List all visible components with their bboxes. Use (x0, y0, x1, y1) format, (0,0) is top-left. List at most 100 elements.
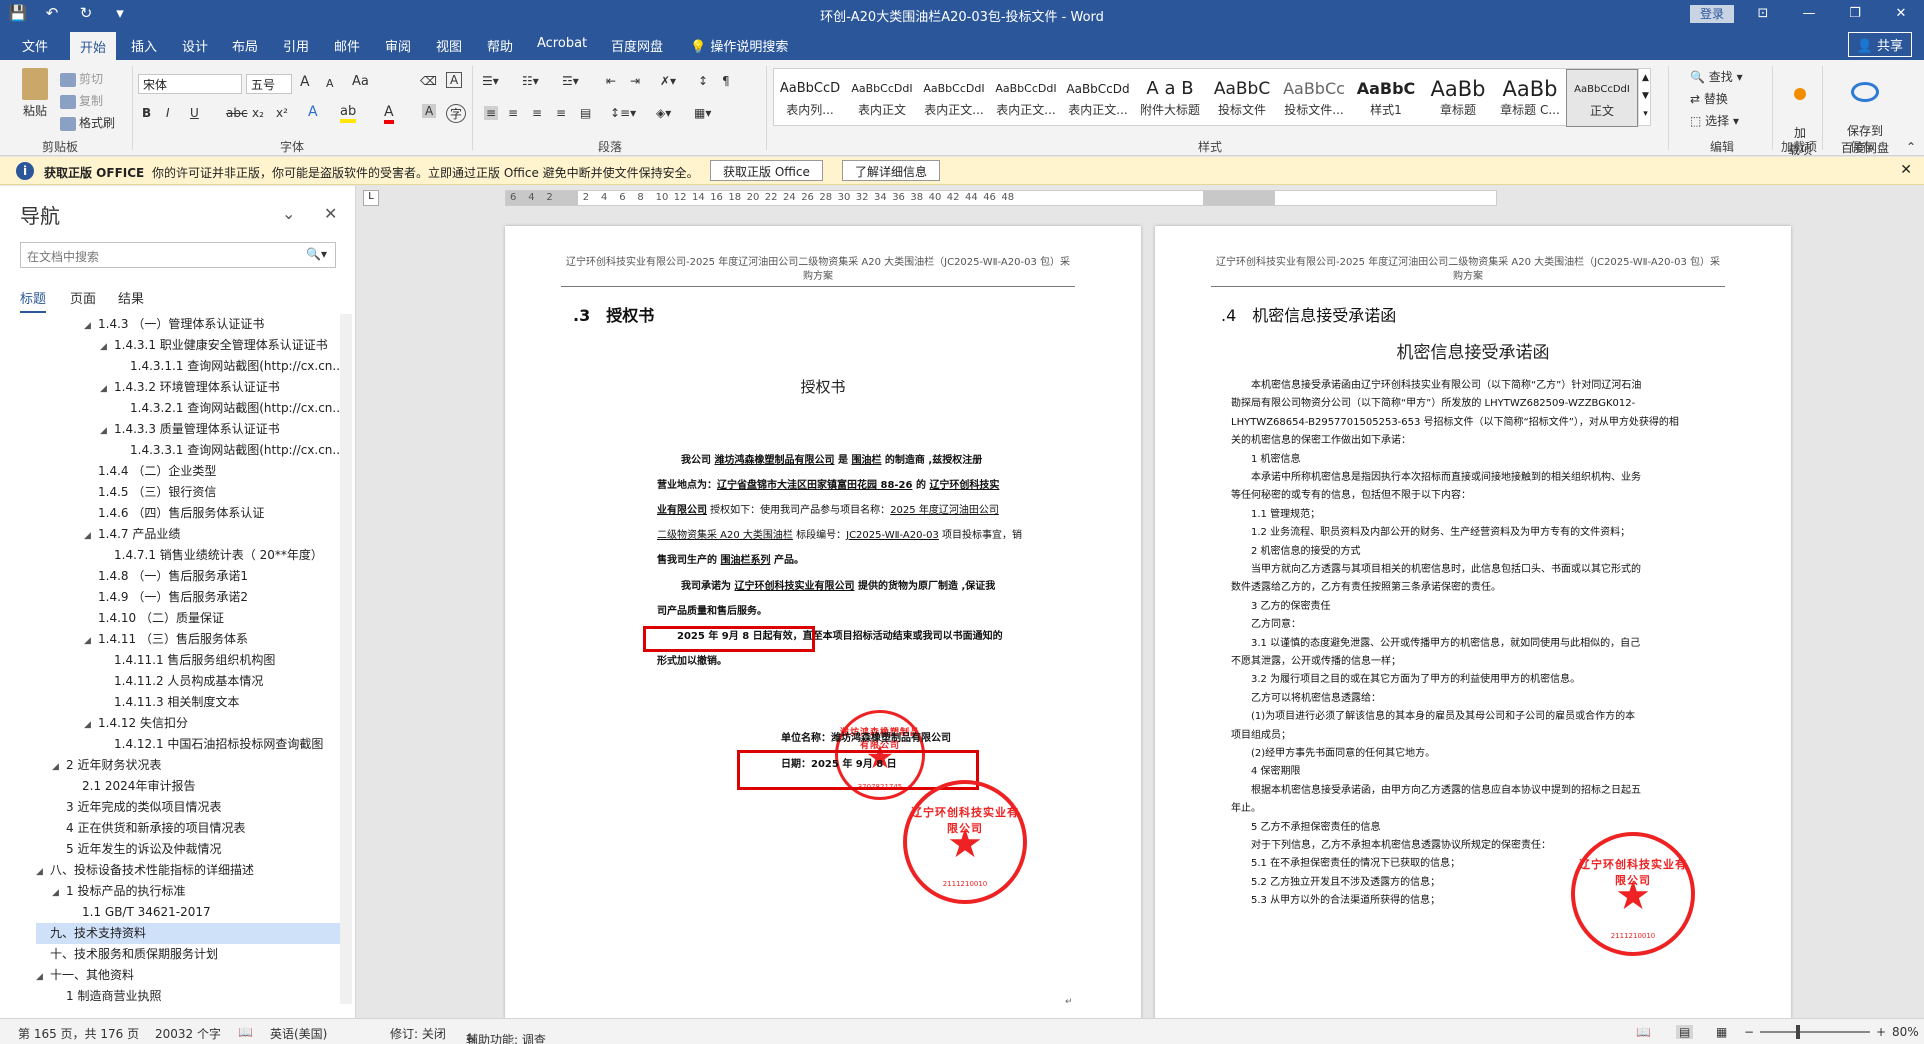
style-item[interactable]: AaBbC 投标文件 (1206, 69, 1278, 127)
tab-pages[interactable]: 页面 (70, 288, 96, 307)
grow-font-button[interactable]: A (300, 74, 310, 90)
nav-heading-item[interactable]: 1.4.11.1 售后服务组织机构图 (100, 650, 340, 671)
clear-format-icon[interactable]: ⌫ (420, 74, 437, 88)
nav-heading-item[interactable]: 1.4.6 （四）售后服务体系认证 (84, 503, 340, 524)
nav-heading-item[interactable]: 九、技术支持资料 (36, 923, 340, 944)
align-center-icon[interactable]: ≡ (508, 106, 518, 120)
tab-references[interactable]: 引用 (283, 36, 309, 55)
format-painter-button[interactable]: 格式刷 (60, 114, 115, 131)
subscript-button[interactable]: x₂ (252, 106, 264, 120)
strikethrough-button[interactable]: abc (226, 106, 248, 120)
cut-button[interactable]: 剪切 (60, 70, 103, 87)
style-item[interactable]: AaBbCcDd 表内正文... (1062, 69, 1134, 127)
track-changes[interactable]: 修订: 关闭 (390, 1025, 446, 1042)
shrink-font-button[interactable]: A (326, 77, 334, 90)
justify-icon[interactable]: ≡ (556, 106, 566, 120)
enclose-char-icon[interactable]: 字 (446, 104, 467, 123)
style-item[interactable]: AaBbCcD 表内列... (774, 69, 846, 127)
close-icon[interactable]: ✕ (1900, 162, 1912, 178)
tab-mailings[interactable]: 邮件 (334, 36, 360, 55)
nav-scrollbar[interactable] (340, 314, 352, 1004)
nav-heading-item[interactable]: ◢ 1.4.3 （一）管理体系认证证书 (84, 314, 340, 335)
nav-heading-item[interactable]: ◢ 2 近年财务状况表 (52, 755, 340, 776)
tab-layout[interactable]: 布局 (232, 36, 258, 55)
close-icon[interactable]: ✕ (324, 204, 337, 223)
collapse-triangle-icon[interactable]: ◢ (36, 967, 50, 986)
styles-scroll[interactable]: ▲ ▼ ▾ (1638, 69, 1652, 127)
style-item[interactable]: AaBbCcDdI 表内正文 (846, 69, 918, 127)
nav-heading-item[interactable]: 1.4.3.2.1 查询网站截图(http://cx.cn... (116, 398, 340, 419)
style-item[interactable]: AaBbCc 投标文件... (1278, 69, 1350, 127)
ribbon-display-icon[interactable]: ⊡ (1740, 0, 1786, 28)
nav-heading-item[interactable]: ◢ 1.4.3.3 质量管理体系认证证书 (100, 419, 340, 440)
style-item[interactable]: AaBbC 样式1 (1350, 69, 1422, 127)
font-size-select[interactable]: 五号 (246, 74, 292, 94)
bold-button[interactable]: B (142, 106, 151, 120)
collapse-triangle-icon[interactable]: ◢ (84, 631, 98, 650)
style-item-selected[interactable]: AaBbCcDdI 正文 (1566, 69, 1638, 127)
tab-home[interactable]: 开始 (70, 32, 117, 60)
select-button[interactable]: ⬚ 选择 ▾ (1690, 112, 1739, 129)
nav-heading-item[interactable]: 1.4.3.1.1 查询网站截图(http://cx.cn... (116, 356, 340, 377)
nav-heading-item[interactable]: 1.4.11.3 相关制度文本 (100, 692, 340, 713)
chevron-down-icon[interactable]: ⌄ (282, 204, 295, 223)
tab-help[interactable]: 帮助 (487, 36, 513, 55)
change-case-button[interactable]: Aa (352, 74, 369, 89)
tab-view[interactable]: 视图 (436, 36, 462, 55)
collapse-triangle-icon[interactable]: ◢ (100, 337, 114, 356)
zoom-in-button[interactable]: + (1876, 1025, 1886, 1039)
read-mode-icon[interactable]: 📖 (1636, 1025, 1651, 1039)
font-name-select[interactable]: 宋体 (138, 74, 242, 94)
collapse-triangle-icon[interactable]: ◢ (52, 883, 66, 902)
decrease-indent-icon[interactable]: ⇤ (606, 74, 616, 88)
nav-heading-item[interactable]: 1.4.8 （一）售后服务承诺1 (84, 566, 340, 587)
collapse-triangle-icon[interactable]: ◢ (84, 715, 98, 734)
nav-heading-item[interactable]: 1.4.7.1 销售业绩统计表（ 20**年度） (100, 545, 340, 566)
tab-file[interactable]: 文件 (22, 36, 48, 55)
zoom-out-button[interactable]: − (1744, 1025, 1754, 1039)
tell-me-search[interactable]: 💡 操作说明搜索 (690, 36, 788, 55)
chinese-layout-icon[interactable]: ✗▾ (660, 74, 676, 88)
italic-button[interactable]: I (166, 106, 170, 120)
text-effects-icon[interactable]: A (308, 104, 318, 120)
nav-heading-item[interactable]: 1.4.4 （二）企业类型 (84, 461, 340, 482)
language[interactable]: 英语(美国) (270, 1025, 327, 1042)
style-item[interactable]: A a B 附件大标题 (1134, 69, 1206, 127)
zoom-level[interactable]: 80% (1892, 1025, 1919, 1039)
restore-icon[interactable]: ❐ (1832, 0, 1878, 28)
char-border-icon[interactable]: A (446, 72, 463, 88)
nav-heading-item[interactable]: 1.4.9 （一）售后服务承诺2 (84, 587, 340, 608)
nav-search-input[interactable]: 在文档中搜索 🔍▾ (20, 242, 336, 268)
increase-indent-icon[interactable]: ⇥ (630, 74, 640, 88)
nav-heading-item[interactable]: 十、技术服务和质保期服务计划 (36, 944, 336, 965)
tab-selector[interactable]: L (363, 190, 379, 206)
learn-more-button[interactable]: 了解详细信息 (842, 160, 941, 181)
sort-icon[interactable]: ↕ (698, 74, 708, 88)
align-right-icon[interactable]: ≡ (532, 106, 542, 120)
nav-heading-item[interactable]: ◢ 1.4.7 产品业绩 (84, 524, 340, 545)
tab-results[interactable]: 结果 (118, 288, 144, 307)
align-left-icon[interactable]: ≡ (484, 106, 499, 120)
font-color-icon[interactable]: A (384, 104, 394, 124)
paste-button[interactable]: 粘贴 (20, 68, 50, 119)
tab-review[interactable]: 审阅 (385, 36, 411, 55)
borders-icon[interactable]: ▦▾ (694, 106, 711, 120)
word-count[interactable]: 20032 个字 (155, 1025, 221, 1042)
style-item[interactable]: AaBb 章标题 (1422, 69, 1494, 127)
nav-heading-item[interactable]: ◢ 十一、其他资料 (36, 965, 336, 986)
collapse-triangle-icon[interactable]: ◢ (100, 421, 114, 440)
collapse-ribbon-icon[interactable]: ⌃ (1906, 140, 1916, 154)
nav-heading-item[interactable]: ◢ 1.4.3.2 环境管理体系认证证书 (100, 377, 340, 398)
bullets-icon[interactable]: ☰▾ (482, 74, 499, 88)
zoom-slider-thumb[interactable] (1796, 1025, 1800, 1039)
shading-icon[interactable]: ◈▾ (656, 106, 671, 120)
minimize-icon[interactable]: — (1786, 0, 1832, 28)
underline-button[interactable]: U (190, 106, 199, 120)
highlight-icon[interactable]: ab (340, 104, 357, 123)
zoom-slider[interactable] (1760, 1031, 1870, 1033)
horizontal-ruler[interactable]: 6 4 2 2 4 6 8 10 12 14 16 18 20 22 24 26 28 30 32 34 36 38 40 4… (505, 190, 1497, 206)
style-item[interactable]: AaBbCcDdI 表内正文... (918, 69, 990, 127)
tab-insert[interactable]: 插入 (131, 36, 157, 55)
style-item[interactable]: AaBb 章标题 C... (1494, 69, 1566, 127)
nav-heading-item[interactable]: ◢ 1.4.12 失信扣分 (84, 713, 340, 734)
